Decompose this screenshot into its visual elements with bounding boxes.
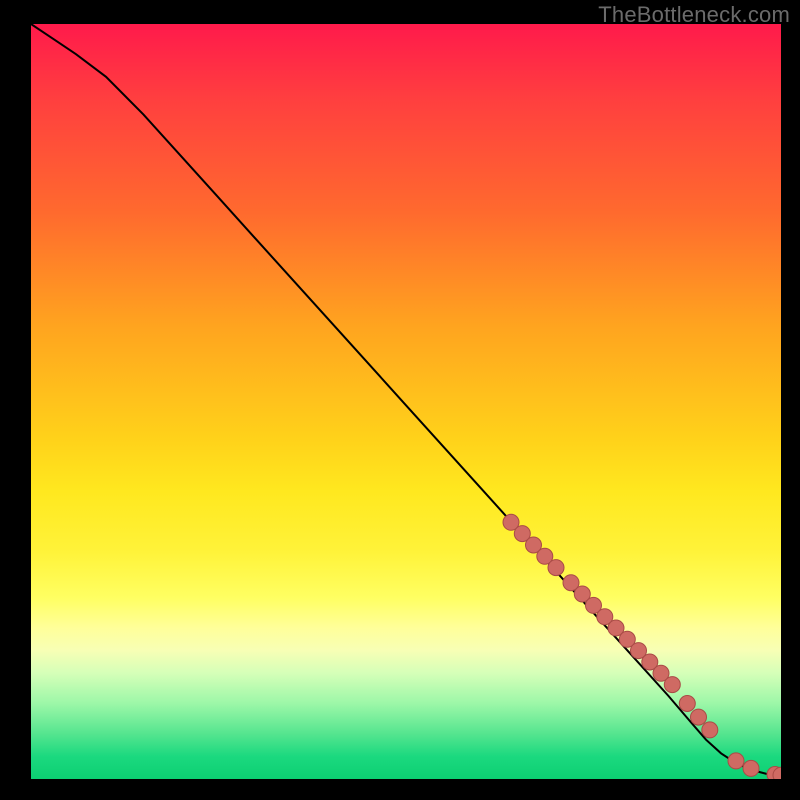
- data-marker: [548, 560, 564, 576]
- bottleneck-curve: [31, 24, 781, 775]
- data-marker: [743, 760, 759, 776]
- data-marker: [691, 709, 707, 725]
- chart-overlay: [31, 24, 781, 779]
- data-marker: [664, 677, 680, 693]
- data-marker: [702, 722, 718, 738]
- watermark-label: TheBottleneck.com: [598, 2, 790, 28]
- data-marker: [728, 753, 744, 769]
- data-marker: [679, 696, 695, 712]
- plot-area: [31, 24, 781, 779]
- chart-frame: TheBottleneck.com: [0, 0, 800, 800]
- marker-group: [503, 514, 781, 779]
